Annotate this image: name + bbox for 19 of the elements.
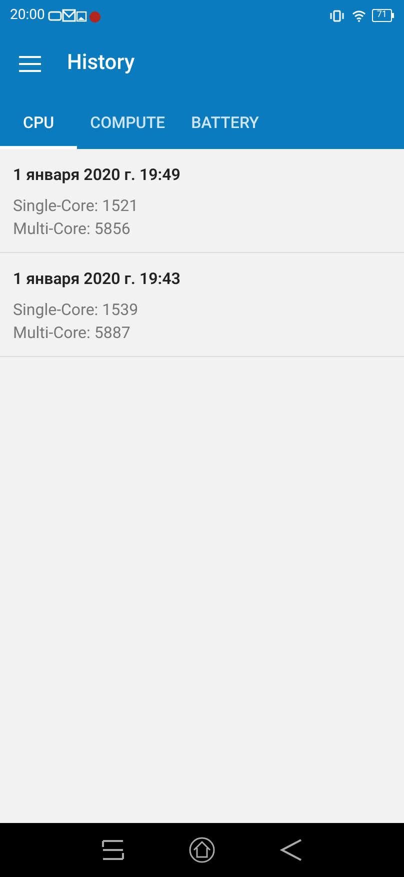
vibrate-icon (330, 10, 344, 22)
multi-core-score: Multi-Core: 5887 (13, 322, 132, 344)
notification-icons (48, 8, 102, 22)
wifi-icon (352, 10, 366, 22)
recent-apps-icon[interactable] (102, 839, 124, 861)
menu-icon (19, 56, 41, 72)
tab[interactable]: CPU (0, 96, 78, 149)
multi-core-score: Multi-Core: 5856 (13, 218, 132, 240)
home-icon[interactable] (188, 837, 215, 863)
battery-icon: 71 (372, 9, 394, 22)
back-icon[interactable] (280, 838, 302, 862)
single-core-score: Single-Core: 1539 (13, 299, 140, 321)
status-time: 20:00 (10, 6, 45, 25)
toolbar-title: History (67, 50, 135, 77)
single-core-score: Single-Core: 1521 (13, 195, 140, 217)
result-date: 1 января 2020 г. 19:43 (13, 268, 182, 290)
result-date: 1 января 2020 г. 19:49 (13, 164, 182, 186)
tab[interactable]: COMPUTE (77, 96, 178, 149)
tab[interactable]: BATTERY (178, 96, 272, 149)
